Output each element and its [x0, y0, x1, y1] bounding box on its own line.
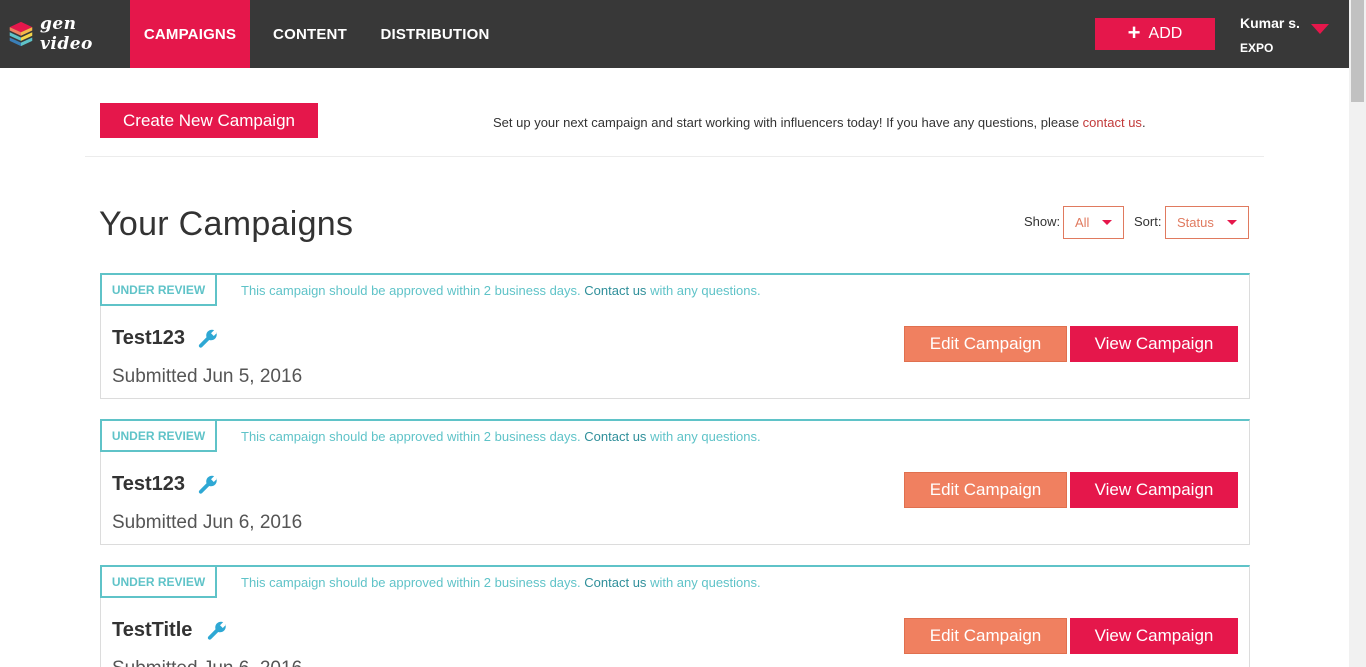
show-label: Show:: [1024, 214, 1061, 229]
review-notice: This campaign should be approved within …: [241, 575, 761, 590]
nav-content[interactable]: CONTENT: [265, 0, 355, 68]
add-button-label: ADD: [1148, 25, 1183, 42]
status-badge: UNDER REVIEW: [100, 565, 217, 598]
user-name[interactable]: Kumar s.: [1240, 15, 1300, 31]
logo[interactable]: gen video: [8, 14, 123, 54]
edit-campaign-button[interactable]: Edit Campaign: [904, 326, 1067, 362]
campaign-card: UNDER REVIEW This campaign should be app…: [100, 419, 1250, 545]
notice-text: This campaign should be approved within …: [241, 283, 581, 298]
divider: [85, 156, 1264, 157]
logo-mark-icon: [9, 21, 33, 47]
intro-text-end: .: [1141, 115, 1146, 130]
sort-label: Sort:: [1134, 214, 1162, 229]
create-campaign-button[interactable]: Create New Campaign: [100, 103, 318, 138]
submitted-date: Submitted Jun 6, 2016: [112, 512, 303, 533]
notice-text: This campaign should be approved within …: [241, 429, 581, 444]
view-campaign-button[interactable]: View Campaign: [1070, 618, 1238, 654]
wrench-icon[interactable]: [197, 328, 219, 350]
chevron-down-icon: [1102, 220, 1112, 225]
wrench-icon[interactable]: [206, 620, 228, 642]
campaign-card: UNDER REVIEW This campaign should be app…: [100, 273, 1250, 399]
campaign-title: Test123: [112, 473, 186, 495]
intro-text-body: Set up your next campaign and start work…: [493, 115, 1083, 130]
campaign-title: Test123: [112, 327, 186, 349]
scrollbar-thumb[interactable]: [1351, 0, 1364, 102]
user-org: EXPO: [1240, 41, 1274, 55]
wrench-icon[interactable]: [197, 474, 219, 496]
contact-us-link[interactable]: Contact us: [584, 283, 646, 298]
view-campaign-button[interactable]: View Campaign: [1070, 326, 1238, 362]
notice-text: This campaign should be approved within …: [241, 575, 581, 590]
chevron-down-icon: [1227, 220, 1237, 225]
review-notice: This campaign should be approved within …: [241, 429, 761, 444]
caret-down-icon[interactable]: [1311, 24, 1329, 34]
top-nav: gen video CAMPAIGNS CONTENT DISTRIBUTION…: [0, 0, 1349, 68]
edit-campaign-button[interactable]: Edit Campaign: [904, 472, 1067, 508]
show-filter-select[interactable]: All: [1063, 206, 1124, 239]
notice-text-end: with any questions.: [650, 429, 761, 444]
notice-text-end: with any questions.: [650, 575, 761, 590]
review-notice: This campaign should be approved within …: [241, 283, 761, 298]
add-button[interactable]: + ADD: [1095, 18, 1215, 50]
sort-value: Status: [1177, 215, 1214, 230]
contact-us-link[interactable]: Contact us: [584, 575, 646, 590]
submitted-date: Submitted Jun 5, 2016: [112, 366, 303, 387]
sort-select[interactable]: Status: [1165, 206, 1249, 239]
notice-text-end: with any questions.: [650, 283, 761, 298]
plus-icon: +: [1127, 20, 1141, 45]
show-filter-value: All: [1075, 215, 1090, 230]
campaign-card: UNDER REVIEW This campaign should be app…: [100, 565, 1250, 667]
status-badge: UNDER REVIEW: [100, 419, 217, 452]
nav-distribution[interactable]: DISTRIBUTION: [372, 0, 498, 68]
intro-text: Set up your next campaign and start work…: [493, 115, 1146, 130]
contact-us-link[interactable]: contact us: [1083, 115, 1142, 130]
status-badge: UNDER REVIEW: [100, 273, 217, 306]
campaign-title: TestTitle: [112, 619, 193, 641]
edit-campaign-button[interactable]: Edit Campaign: [904, 618, 1067, 654]
nav-campaigns[interactable]: CAMPAIGNS: [130, 0, 250, 68]
view-campaign-button[interactable]: View Campaign: [1070, 472, 1238, 508]
contact-us-link[interactable]: Contact us: [584, 429, 646, 444]
submitted-date: Submitted Jun 6, 2016: [112, 658, 302, 667]
logo-text: gen video: [39, 14, 93, 54]
page-title: Your Campaigns: [99, 205, 354, 243]
